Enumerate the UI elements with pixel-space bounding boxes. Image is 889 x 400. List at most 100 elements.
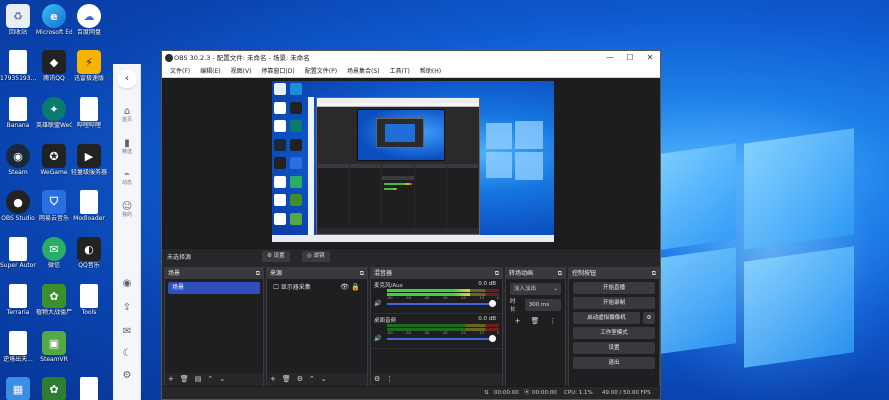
- source-toolbar: 未选择源 ⚙ 设置 ◎ 滤镜: [162, 248, 660, 264]
- desktop-icon-pvz-hybrid[interactable]: ✿ 植物大战僵尸杂交版: [36, 284, 72, 316]
- upload-button[interactable]: ⇪: [113, 302, 141, 313]
- menu-edit[interactable]: 编辑(E): [195, 65, 225, 77]
- menu-docks[interactable]: 停靠窗口(D): [256, 65, 299, 77]
- desktop-icon-super-auto[interactable]: Super Autom...: [0, 237, 36, 269]
- menu-help[interactable]: 帮助(H): [415, 65, 446, 77]
- mixer-settings-button[interactable]: ⚙: [374, 373, 380, 386]
- desktop-icon-qqmusic[interactable]: ◐ QQ音乐: [71, 237, 107, 269]
- source-item[interactable]: 🖵 显示器采集 👁 🔒: [270, 282, 364, 293]
- move-up-button[interactable]: ⌃: [309, 373, 315, 386]
- source-label: 显示器采集: [280, 284, 311, 291]
- undock-icon[interactable]: ⧉: [256, 268, 260, 279]
- speaker-icon[interactable]: 🔊: [374, 335, 381, 342]
- side-item-mine[interactable]: ☺ 我的: [113, 201, 141, 218]
- desktop-icon-game1[interactable]: 逆境出天...: [0, 331, 36, 363]
- avatar[interactable]: ◉: [113, 278, 141, 289]
- desktop-icon-server[interactable]: ▶ 轻量级服务器: [71, 144, 107, 176]
- settings-button[interactable]: ⚙: [113, 370, 141, 381]
- desktop-icon-pvz[interactable]: ✿: [36, 377, 72, 400]
- start-recording-button[interactable]: 开始录制: [573, 297, 655, 309]
- desktop-icon-tiktok[interactable]: [71, 377, 107, 400]
- scene-item[interactable]: 场景: [168, 282, 260, 294]
- volume-slider[interactable]: [387, 335, 496, 342]
- desktop-icon-terraria[interactable]: Terraria: [0, 284, 36, 316]
- desktop-icon-label: Microsoft Edge: [36, 29, 72, 36]
- move-up-button[interactable]: ⌃: [207, 373, 213, 386]
- dock-title: 混音器: [374, 270, 393, 277]
- undock-icon[interactable]: ⧉: [558, 268, 562, 279]
- desktop-icon-baidu[interactable]: ☁ 百度网盘: [71, 4, 107, 36]
- desktop-icon-banana[interactable]: Banana: [0, 97, 36, 129]
- side-item-feed[interactable]: ⌁ 动态: [113, 169, 141, 186]
- desktop-icon-wechat[interactable]: ✉ 微信: [36, 237, 72, 269]
- desktop-icon-wegame[interactable]: ✪ WeGame: [36, 144, 72, 176]
- volume-slider[interactable]: [387, 300, 496, 307]
- desktop-icon-modloader[interactable]: Modloader: [71, 190, 107, 222]
- filters-button[interactable]: ◎ 滤镜: [302, 251, 330, 262]
- xunlei-icon: ⚡: [77, 50, 101, 74]
- desktop-icon-obs[interactable]: ● OBS Studio: [0, 190, 36, 222]
- steamvr-icon: ▣: [42, 331, 66, 355]
- desktop-icon-xunlei[interactable]: ⚡ 迅雷极速版: [71, 50, 107, 82]
- scene-filters-button[interactable]: ▤: [195, 373, 202, 386]
- remove-transition-button[interactable]: 🗑: [530, 317, 539, 325]
- desktop-icon-recycle-bin[interactable]: ♻ 回收站: [0, 4, 36, 36]
- track-menu-icon[interactable]: ⋮: [491, 300, 497, 307]
- moon-icon: ☾: [122, 348, 132, 359]
- speaker-icon[interactable]: 🔊: [374, 300, 381, 307]
- desktop-icon-label: 腾讯QQ: [43, 75, 65, 82]
- obs-logo-icon: [165, 54, 173, 62]
- menu-profile[interactable]: 配置文件(P): [300, 65, 342, 77]
- add-source-button[interactable]: +: [270, 373, 276, 386]
- move-down-button[interactable]: ⌄: [219, 373, 225, 386]
- side-item-featured[interactable]: ▮ 精选: [113, 138, 141, 155]
- preview-canvas[interactable]: [272, 81, 554, 242]
- properties-button[interactable]: ⚙ 设置: [262, 251, 290, 262]
- track-menu-icon[interactable]: ⋮: [491, 335, 497, 342]
- desktop-icon-qq[interactable]: ◆ 腾讯QQ: [36, 50, 72, 82]
- move-down-button[interactable]: ⌄: [321, 373, 327, 386]
- undock-icon[interactable]: ⧉: [495, 268, 499, 279]
- virtual-camera-settings-icon[interactable]: ⚙: [643, 312, 655, 324]
- desktop-icon-lol[interactable]: ✦ 英雄联盟WeGame: [36, 97, 72, 129]
- desktop-icon-edge[interactable]: e Microsoft Edge: [36, 4, 72, 36]
- settings-button[interactable]: 设置: [573, 342, 655, 354]
- title-bar[interactable]: OBS 30.2.3 - 配置文件: 未命名 - 场景: 未命名 — ☐ ✕: [162, 51, 660, 65]
- desktop-icon-label: Super Autom...: [0, 262, 36, 269]
- maximize-button[interactable]: ☐: [620, 51, 640, 65]
- remove-source-button[interactable]: 🗑: [282, 373, 291, 386]
- studio-mode-button[interactable]: 工作室模式: [573, 327, 655, 339]
- remove-scene-button[interactable]: 🗑: [180, 373, 189, 386]
- desktop-icon-games[interactable]: ▦: [0, 377, 36, 400]
- menu-file[interactable]: 文件(F): [165, 65, 195, 77]
- collapse-button[interactable]: ‹: [117, 70, 137, 88]
- desktop-icon-bilibili[interactable]: 哔哩哔哩: [71, 97, 107, 129]
- undock-icon[interactable]: ⧉: [360, 268, 364, 279]
- desktop-icon-label: Steam: [8, 169, 28, 176]
- source-properties-button[interactable]: ⚙: [297, 373, 303, 386]
- desktop-icon-netease[interactable]: ⛉ 网易云音乐: [36, 190, 72, 222]
- close-button[interactable]: ✕: [640, 51, 660, 65]
- minimize-button[interactable]: —: [600, 51, 620, 65]
- message-button[interactable]: ✉: [113, 326, 141, 337]
- mixer-menu-button[interactable]: ⋮: [386, 373, 393, 386]
- theme-button[interactable]: ☾: [113, 348, 141, 359]
- menu-tools[interactable]: 工具(T): [385, 65, 415, 77]
- undock-icon[interactable]: ⧉: [652, 268, 656, 279]
- menu-scene-collection[interactable]: 场景集合(S): [342, 65, 385, 77]
- menu-view[interactable]: 视图(V): [226, 65, 257, 77]
- transition-menu-button[interactable]: ⋮: [549, 317, 556, 325]
- side-item-home[interactable]: ⌂ 首页: [113, 106, 141, 123]
- add-transition-button[interactable]: +: [515, 317, 521, 325]
- desktop-icon-tools[interactable]: Tools: [71, 284, 107, 316]
- start-streaming-button[interactable]: 开始直播: [573, 282, 655, 294]
- desktop-icon-steam[interactable]: ◉ Steam: [0, 144, 36, 176]
- visibility-lock-icons[interactable]: 👁 🔒: [340, 282, 360, 293]
- exit-button[interactable]: 退出: [573, 357, 655, 369]
- duration-input[interactable]: 300 ms: [524, 299, 561, 311]
- add-scene-button[interactable]: +: [168, 373, 174, 386]
- desktop-icon-this-pc[interactable]: 17935193...: [0, 50, 36, 82]
- transition-select[interactable]: 淡入淡出 ⌄: [510, 283, 561, 295]
- desktop-icon-steamvr[interactable]: ▣ SteamVR: [36, 331, 72, 363]
- start-virtual-camera-button[interactable]: 启动虚拟摄像机: [573, 312, 640, 324]
